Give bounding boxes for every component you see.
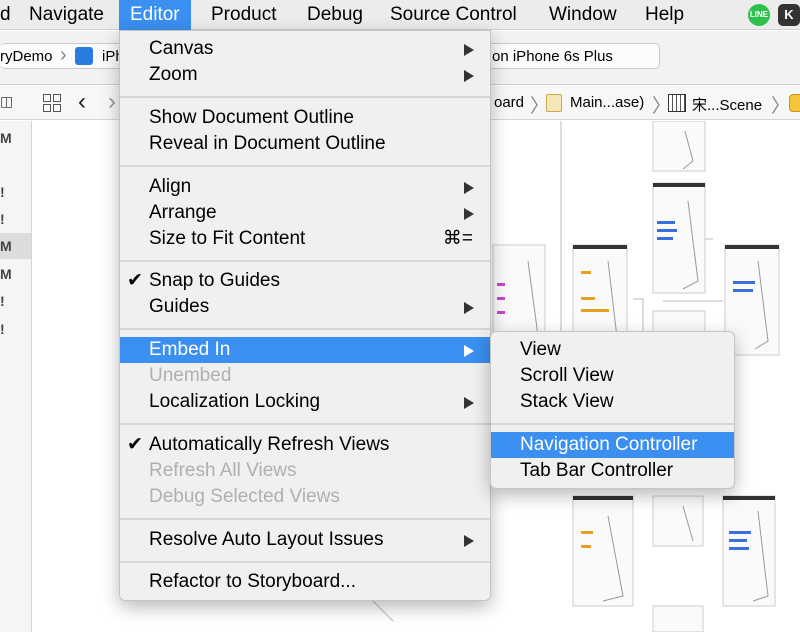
navigator-toggle-icon[interactable]: ◫: [0, 93, 13, 110]
menu-item-automatically-refresh-views[interactable]: ✔ Automatically Refresh Views: [120, 432, 490, 458]
menu-item-resolve-auto-layout-issues[interactable]: Resolve Auto Layout Issues: [120, 527, 490, 553]
shortcut-label: ⌘=: [442, 228, 473, 249]
menu-item-localization-locking[interactable]: Localization Locking: [120, 389, 490, 415]
file-navigator: M ! ! M M ! !: [0, 121, 32, 632]
activity-status-text: on iPhone 6s Plus: [492, 48, 613, 65]
scene-film-icon: [668, 94, 686, 112]
menu-separator: [120, 165, 490, 168]
menu-separator: [120, 96, 490, 99]
xcode-app-icon: [75, 47, 93, 65]
submenu-arrow-icon: [464, 208, 474, 220]
submenu-item-tab-bar-controller[interactable]: Tab Bar Controller: [491, 458, 734, 484]
submenu-arrow-icon: [464, 302, 474, 314]
submenu-item-scroll-view[interactable]: Scroll View: [491, 363, 734, 389]
submenu-arrow-icon: [464, 70, 474, 82]
menubar-item-help[interactable]: Help: [634, 0, 695, 30]
navigator-row-status[interactable]: !: [0, 179, 31, 205]
menubar-item-source-control[interactable]: Source Control: [379, 0, 528, 30]
menu-separator: [491, 423, 734, 426]
navigator-row-status[interactable]: !: [0, 288, 31, 314]
related-items-grid-icon[interactable]: [43, 94, 61, 112]
submenu-arrow-icon: [464, 44, 474, 56]
menu-item-size-to-fit-content[interactable]: Size to Fit Content ⌘=: [120, 226, 490, 252]
submenu-item-navigation-controller[interactable]: Navigation Controller: [491, 432, 734, 458]
menu-separator: [120, 423, 490, 426]
breadcrumb-chevron-icon: 〉: [771, 96, 791, 117]
menu-item-guides[interactable]: Guides: [120, 294, 490, 320]
menubar-item-editor[interactable]: Editor: [119, 0, 191, 30]
navigator-row-status[interactable]: M: [0, 125, 31, 151]
menu-item-show-document-outline[interactable]: Show Document Outline: [120, 105, 490, 131]
menu-item-align[interactable]: Align: [120, 174, 490, 200]
navigator-row-status-selected[interactable]: M: [0, 233, 31, 259]
k-app-icon[interactable]: K: [778, 4, 800, 26]
menu-item-debug-selected-views: Debug Selected Views: [149, 486, 340, 507]
submenu-arrow-icon: [464, 535, 474, 547]
submenu-arrow-icon: [464, 182, 474, 194]
menu-item-canvas[interactable]: Canvas: [120, 36, 490, 62]
menu-item-zoom[interactable]: Zoom: [120, 62, 490, 88]
storyboard-file-icon: [546, 94, 562, 112]
editor-menu: Canvas Zoom Show Document Outline Reveal…: [119, 30, 491, 601]
embed-in-submenu: View Scroll View Stack View Navigation C…: [490, 331, 735, 489]
submenu-arrow-icon: [464, 397, 474, 409]
menu-item-embed-in[interactable]: Embed In: [120, 337, 490, 363]
line-app-icon[interactable]: LINE: [748, 4, 770, 26]
submenu-arrow-icon: [464, 345, 474, 357]
menu-item-snap-to-guides[interactable]: ✔ Snap to Guides: [120, 268, 490, 294]
menu-separator: [120, 328, 490, 331]
breadcrumb-storyboard[interactable]: oard: [494, 94, 524, 111]
menu-item-unembed: Unembed: [149, 365, 232, 386]
menubar-item-product[interactable]: Product: [200, 0, 287, 30]
submenu-item-stack-view[interactable]: Stack View: [491, 389, 734, 415]
menubar-item-navigate[interactable]: Navigate: [18, 0, 115, 30]
menu-item-refactor-to-storyboard[interactable]: Refactor to Storyboard...: [120, 569, 490, 595]
scheme-name[interactable]: ryDemo: [0, 48, 53, 65]
checkmark-icon: ✔: [127, 270, 143, 291]
navigator-row-status[interactable]: !: [0, 206, 31, 232]
scheme-chevron-icon: ›: [60, 44, 67, 66]
submenu-item-view[interactable]: View: [491, 337, 734, 363]
menu-separator: [120, 518, 490, 521]
forward-arrow-icon[interactable]: ›: [108, 88, 116, 116]
menu-separator: [120, 260, 490, 263]
menu-separator: [120, 561, 490, 564]
navigator-row-status[interactable]: M: [0, 261, 31, 287]
menu-item-arrange[interactable]: Arrange: [120, 200, 490, 226]
breadcrumb-main-base[interactable]: Main...ase): [570, 94, 644, 111]
menubar-item-window[interactable]: Window: [538, 0, 628, 30]
navigator-row-status[interactable]: !: [0, 316, 31, 342]
checkmark-icon: ✔: [127, 434, 143, 455]
menu-item-reveal-in-document-outline[interactable]: Reveal in Document Outline: [120, 131, 490, 157]
menubar-item-debug[interactable]: Debug: [296, 0, 374, 30]
menu-item-refresh-all-views: Refresh All Views: [149, 460, 297, 481]
back-arrow-icon[interactable]: ‹: [78, 88, 86, 116]
breadcrumb-scene[interactable]: 宋...Scene: [692, 94, 762, 115]
menu-bar: d Navigate Editor Product Debug Source C…: [0, 0, 800, 30]
view-controller-icon: [789, 94, 800, 112]
